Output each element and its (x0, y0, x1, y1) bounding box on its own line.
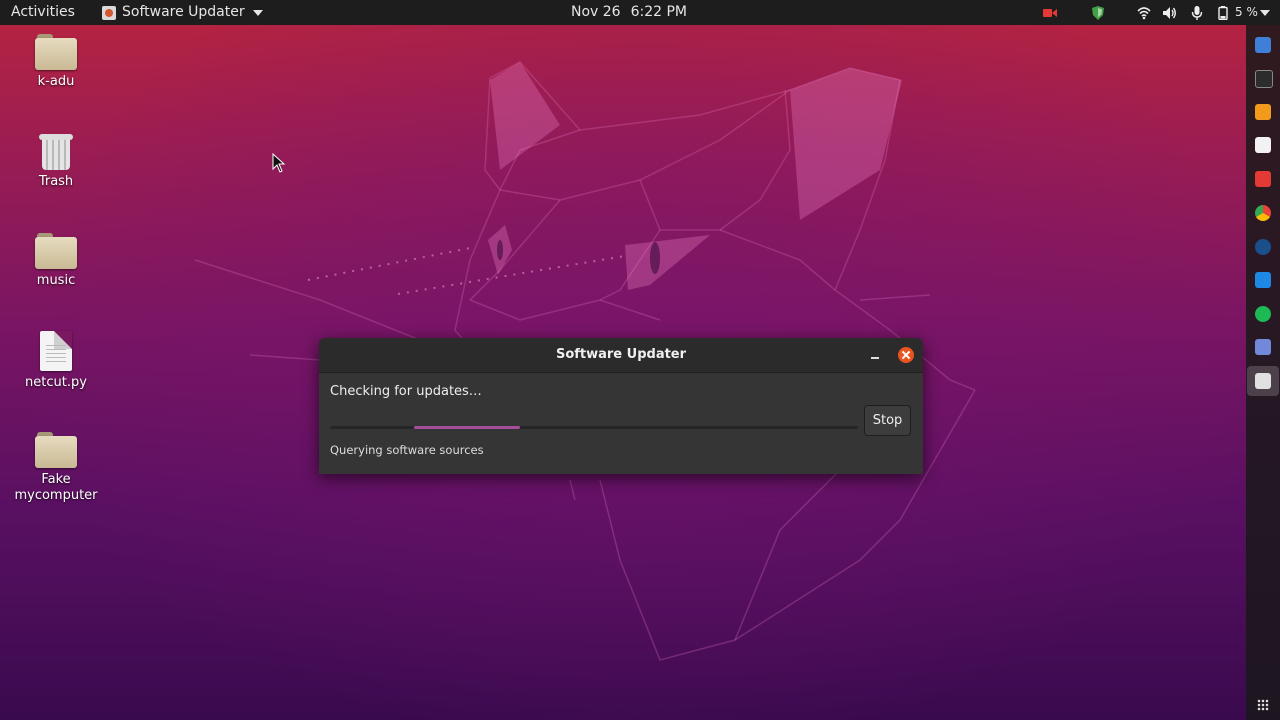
libreoffice-writer-icon[interactable] (1255, 37, 1271, 53)
screen-record-icon[interactable] (1043, 6, 1057, 20)
progress-pulse (414, 426, 520, 429)
software-updater-dialog: Software Updater Checking for updates… S… (319, 338, 923, 474)
progress-bar (330, 426, 858, 429)
stop-button[interactable]: Stop (864, 405, 911, 436)
anydesk-icon[interactable] (1255, 171, 1271, 187)
dock (1246, 25, 1280, 720)
system-menu-chevron-icon[interactable] (1260, 10, 1270, 16)
folder-icon (35, 432, 77, 468)
clock[interactable]: Nov 26 6:22 PM (571, 0, 687, 25)
battery-percentage: 5 % (1235, 5, 1258, 19)
chevron-down-icon (252, 9, 263, 16)
sublime-text-icon[interactable] (1255, 104, 1271, 120)
terminal-icon[interactable] (1255, 70, 1273, 88)
folder-icon (35, 233, 77, 269)
show-applications-icon[interactable] (1257, 699, 1269, 711)
wifi-icon[interactable] (1137, 6, 1151, 20)
desktop-icon-netcut[interactable]: netcut.py (6, 331, 106, 391)
desktop-icon-label: Fake mycomputer (14, 472, 98, 503)
text-file-icon (40, 331, 72, 371)
trash-icon (39, 130, 73, 170)
software-updater-icon[interactable] (1255, 373, 1271, 389)
close-button[interactable] (898, 347, 914, 363)
app-menu-label: Software Updater (122, 4, 245, 20)
microphone-icon[interactable] (1190, 6, 1204, 20)
desktop-icon-music[interactable]: music (6, 233, 106, 289)
desktop-icon-home[interactable]: k-adu (6, 34, 106, 90)
home-folder-icon (35, 34, 77, 70)
steam-icon[interactable] (1255, 239, 1271, 255)
battery-icon[interactable] (1216, 6, 1230, 20)
dialog-titlebar[interactable]: Software Updater (319, 338, 923, 373)
desktop-icon-label: k-adu (37, 74, 75, 89)
software-updater-icon (102, 5, 116, 20)
app-menu[interactable]: Software Updater (102, 0, 263, 25)
desktop-icon-trash[interactable]: Trash (6, 130, 106, 190)
status-heading: Checking for updates… (330, 384, 482, 399)
shield-icon[interactable] (1091, 6, 1105, 20)
top-panel: Activities Software Updater Nov 26 6:22 P… (0, 0, 1280, 25)
minimize-button[interactable] (868, 347, 884, 363)
discord-icon[interactable] (1255, 339, 1271, 355)
dialog-title: Software Updater (555, 347, 687, 362)
ubuntu-software-icon[interactable] (1255, 137, 1271, 153)
volume-icon[interactable] (1162, 6, 1176, 20)
spotify-icon[interactable] (1255, 306, 1271, 322)
desktop-icon-fake-mycomputer[interactable]: Fake mycomputer (6, 432, 106, 504)
chrome-icon[interactable] (1255, 205, 1271, 221)
clock-date: Nov 26 (571, 4, 621, 20)
desktop-icon-label: music (36, 273, 76, 288)
vscode-icon[interactable] (1255, 272, 1271, 288)
desktop-icon-label: Trash (38, 174, 74, 189)
status-detail: Querying software sources (330, 443, 484, 457)
desktop-icon-label: netcut.py (25, 375, 87, 390)
clock-time: 6:22 PM (630, 4, 688, 20)
activities-button[interactable]: Activities (11, 0, 75, 25)
mouse-cursor-icon (272, 153, 286, 173)
